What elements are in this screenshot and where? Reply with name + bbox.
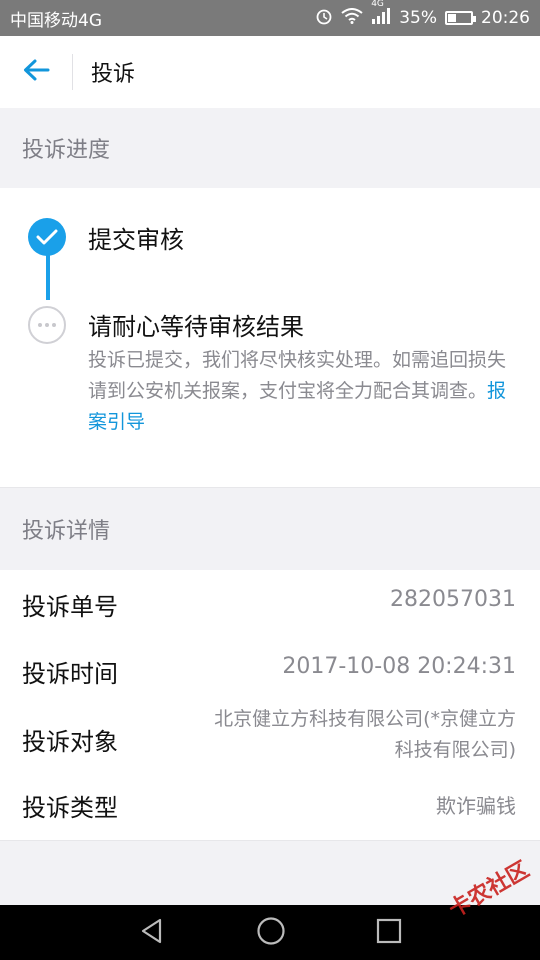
progress-section-header: 投诉进度 xyxy=(0,108,540,188)
nav-back-triangle-icon[interactable] xyxy=(138,917,166,949)
back-button[interactable] xyxy=(0,36,72,108)
complaint-type-label: 投诉类型 xyxy=(22,794,118,822)
complaint-target-line1: 北京健立方科技有限公司(*京健立方 xyxy=(214,708,516,730)
battery-percent: 35% xyxy=(399,8,437,28)
network-type-label: 4G xyxy=(371,0,384,9)
carrier-label: 中国移动4G xyxy=(10,10,102,31)
signal-icon: 4G xyxy=(371,0,391,29)
step-description: 投诉已提交，我们将尽快核实处理。如需追回损失请到公安机关报案，支付宝将全力配合其… xyxy=(88,345,518,438)
nav-bar: 投诉 xyxy=(0,36,540,109)
step-done-check-icon xyxy=(28,218,66,256)
page-title: 投诉 xyxy=(91,62,136,87)
step-connector-line xyxy=(46,254,50,300)
status-icons: 4G 35% 20:26 xyxy=(315,0,530,30)
complaint-time-value: 2017-10-08 20:24:31 xyxy=(282,654,516,679)
status-bar: 中国移动4G 4G 35% 20:26 xyxy=(0,0,540,36)
nav-divider xyxy=(72,54,73,90)
step-pending-ellipsis-icon xyxy=(28,306,66,344)
step-description-text: 投诉已提交，我们将尽快核实处理。如需追回损失请到公安机关报案，支付宝将全力配合其… xyxy=(88,349,507,402)
battery-icon xyxy=(445,11,476,25)
nav-recents-square-icon[interactable] xyxy=(376,918,402,948)
step-title-submitted: 提交审核 xyxy=(88,226,184,254)
alarm-icon xyxy=(315,7,333,30)
complaint-number-value: 282057031 xyxy=(390,587,516,612)
complaint-number-label: 投诉单号 xyxy=(22,593,118,621)
step-title-waiting: 请耐心等待审核结果 xyxy=(88,313,304,341)
complaint-target-label: 投诉对象 xyxy=(22,728,118,756)
details-section-header: 投诉详情 xyxy=(0,488,540,570)
back-arrow-icon xyxy=(22,58,50,86)
nav-home-circle-icon[interactable] xyxy=(256,916,286,950)
complaint-type-value: 欺诈骗钱 xyxy=(436,794,516,818)
wifi-icon xyxy=(341,7,363,29)
complaint-target-line2: 科技有限公司) xyxy=(394,739,516,761)
details-card: 投诉单号 282057031 投诉时间 2017-10-08 20:24:31 … xyxy=(0,570,540,841)
complaint-target-value: 北京健立方科技有限公司(*京健立方 科技有限公司) xyxy=(146,704,516,766)
clock: 20:26 xyxy=(481,8,530,28)
complaint-time-label: 投诉时间 xyxy=(22,660,118,688)
